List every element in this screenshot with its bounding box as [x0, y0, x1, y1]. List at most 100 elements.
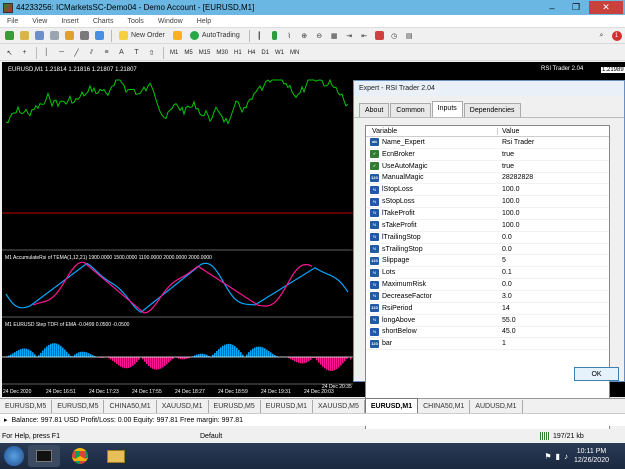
value-column-header[interactable]: Value [498, 128, 519, 135]
chart-tab[interactable]: EURUSD,M5 [209, 400, 261, 413]
vertical-line-icon[interactable]: │ [40, 46, 53, 59]
horizontal-line-icon[interactable]: ─ [55, 46, 68, 59]
param-row[interactable]: ✓ UseAutoMagic true [366, 161, 609, 173]
expand-icon[interactable]: ▸ [0, 416, 12, 424]
autoscroll-icon[interactable]: ⇥ [343, 29, 356, 42]
search-icon[interactable]: ⌕ [595, 29, 608, 42]
param-value[interactable]: 100.0 [498, 198, 520, 205]
crosshair-icon[interactable]: + [18, 46, 31, 59]
param-value[interactable]: 55.0 [498, 317, 516, 324]
chart-tab[interactable]: CHINA50,M1 [418, 400, 471, 413]
timeframe-m30[interactable]: M30 [213, 50, 231, 56]
notification-badge[interactable]: 1 [610, 29, 623, 42]
line-chart-icon[interactable]: ⌇ [283, 29, 296, 42]
tray-flag-icon[interactable]: ⚑ [544, 452, 551, 461]
tray-volume-icon[interactable]: ♪ [564, 452, 568, 461]
market-watch-icon[interactable] [33, 29, 46, 42]
param-row[interactable]: ½ longAbove 55.0 [366, 315, 609, 327]
channel-icon[interactable]: ⫽ [85, 46, 98, 59]
menu-tools[interactable]: Tools [120, 18, 150, 25]
param-value[interactable]: 3.0 [498, 293, 512, 300]
taskbar-app-chrome[interactable] [64, 445, 96, 467]
param-value[interactable]: 100.0 [498, 186, 520, 193]
chart-window[interactable]: EURUSD,M1 1.21814 1.21816 1.21807 1.2180… [2, 62, 353, 397]
chart-tab[interactable]: XAUUSD,M1 [157, 400, 209, 413]
autotrading-button[interactable]: AutoTrading [186, 29, 244, 42]
cursor-icon[interactable]: ↖ [3, 46, 16, 59]
param-row[interactable]: ½ lTrailingStop 0.0 [366, 232, 609, 244]
trendline-icon[interactable]: ╱ [70, 46, 83, 59]
close-button[interactable]: ✕ [589, 1, 623, 14]
chart-tab[interactable]: XAUUSD,M5 [313, 400, 365, 413]
zoom-in-icon[interactable]: ⊕ [298, 29, 311, 42]
menu-view[interactable]: View [25, 18, 54, 25]
chart-tab[interactable]: EURUSD,M1 [364, 398, 419, 413]
arrow-tool-icon[interactable]: ⇧ [145, 46, 158, 59]
tab-dependencies[interactable]: Dependencies [463, 103, 521, 117]
profiles-icon[interactable] [18, 29, 31, 42]
strategy-tester-icon[interactable] [93, 29, 106, 42]
param-value[interactable]: 0.0 [498, 281, 512, 288]
param-value[interactable]: true [498, 151, 514, 158]
bar-chart-icon[interactable]: ┃ [253, 29, 266, 42]
timeframe-w1[interactable]: W1 [272, 50, 287, 56]
new-order-button[interactable]: New Order [115, 29, 169, 42]
minimize-button[interactable]: – [541, 1, 563, 14]
param-row[interactable]: ½ DecreaseFactor 3.0 [366, 291, 609, 303]
navigator-icon[interactable] [63, 29, 76, 42]
tab-common[interactable]: Common [390, 103, 431, 117]
taskbar-app-mt4[interactable] [28, 445, 60, 467]
param-value[interactable]: 45.0 [498, 328, 516, 335]
param-value[interactable]: 1 [498, 340, 506, 347]
tile-windows-icon[interactable]: ▦ [328, 29, 341, 42]
taskbar-app-explorer[interactable] [100, 445, 132, 467]
param-row[interactable]: ½ lStopLoss 100.0 [366, 184, 609, 197]
param-row[interactable]: ab Name_Expert Rsi Trader [366, 137, 609, 149]
data-window-icon[interactable] [48, 29, 61, 42]
timeframe-m15[interactable]: M15 [196, 50, 214, 56]
param-row[interactable]: ½ Lots 0.1 [366, 267, 609, 280]
chart-tab[interactable]: EURUSD,M5 [52, 400, 105, 413]
tray-clock[interactable]: 10:11 PM 12/26/2020 [574, 447, 609, 465]
chart-tab[interactable]: EURUSD,M5 [0, 400, 53, 413]
templates-icon[interactable]: ▤ [403, 29, 416, 42]
param-value[interactable]: 14 [498, 305, 510, 312]
candlestick-icon[interactable] [268, 29, 281, 42]
param-value[interactable]: 28282828 [498, 174, 533, 181]
zoom-out-icon[interactable]: ⊖ [313, 29, 326, 42]
param-value[interactable]: Rsi Trader [498, 139, 534, 146]
chart-tab[interactable]: AUDUSD,M1 [470, 400, 523, 413]
param-value[interactable]: 0.0 [498, 246, 512, 253]
param-row[interactable]: 123 Slippage 5 [366, 255, 609, 268]
param-row[interactable]: ½ MaximumRisk 0.0 [366, 279, 609, 291]
menu-help[interactable]: Help [190, 18, 218, 25]
param-value[interactable]: 5 [498, 257, 506, 264]
param-row[interactable]: ✓ EcnBroker true [366, 149, 609, 161]
metaeditor-icon[interactable] [171, 29, 184, 42]
param-value[interactable]: 100.0 [498, 210, 520, 217]
chart-shift-icon[interactable]: ⇤ [358, 29, 371, 42]
timeframe-h1[interactable]: H1 [231, 50, 245, 56]
timeframe-mn[interactable]: MN [287, 50, 302, 56]
menu-window[interactable]: Window [151, 18, 190, 25]
param-row[interactable]: ½ sStopLoss 100.0 [366, 196, 609, 209]
terminal-icon[interactable] [78, 29, 91, 42]
label-tool-icon[interactable]: T [130, 46, 143, 59]
timeframe-m5[interactable]: M5 [181, 50, 195, 56]
tab-about[interactable]: About [359, 103, 390, 117]
variable-column-header[interactable]: Variable [366, 127, 498, 135]
tab-inputs[interactable]: Inputs [431, 101, 463, 117]
menu-insert[interactable]: Insert [54, 18, 86, 25]
param-row[interactable]: ½ sTrailingStop 0.0 [366, 244, 609, 256]
timeframe-d1[interactable]: D1 [258, 50, 272, 56]
start-button[interactable] [4, 446, 24, 466]
maximize-button[interactable]: ❐ [565, 1, 587, 14]
indicators-icon[interactable] [373, 29, 386, 42]
fibonacci-icon[interactable]: ≡ [100, 46, 113, 59]
menu-charts[interactable]: Charts [86, 18, 121, 25]
ok-button[interactable]: OK [574, 367, 619, 381]
param-row[interactable]: 123 RsiPeriod 14 [366, 303, 609, 315]
param-value[interactable]: true [498, 163, 514, 170]
timeframe-h4[interactable]: H4 [245, 50, 259, 56]
param-row[interactable]: 123 bar 1 [366, 338, 609, 351]
